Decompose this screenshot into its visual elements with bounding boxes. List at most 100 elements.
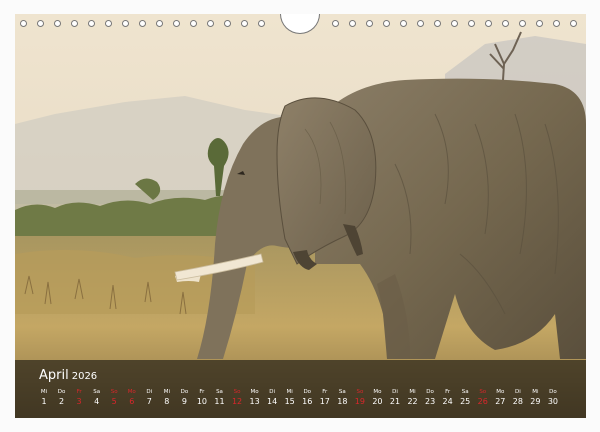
weekday-label: Fr [76,389,82,395]
day-number: 21 [389,397,401,406]
day-cell: Do 30 [545,388,561,408]
day-cell: Mo 20 [369,388,385,408]
day-cell: Mi 1 [36,388,52,408]
day-cell: Do 2 [54,388,70,408]
binding-hole [519,20,526,27]
day-number: 5 [111,397,117,406]
calendar-page: April 2026 Mi 1 Do 2 Fr 3 Sa 4 So 5 Mo 6 Di 7 Mi 8 Do 9 Fr 1… [0,0,600,432]
binding-hole [553,20,560,27]
weekday-label: Di [514,389,521,395]
day-cell: Sa 18 [334,388,350,408]
day-number: 4 [94,397,100,406]
day-number: 22 [407,397,418,406]
binding-hole [37,20,44,27]
binding-hole [485,20,492,27]
binding-hole [20,20,27,27]
weekday-label: Do [57,389,66,395]
binding-hole [434,20,441,27]
weekday-label: Mi [286,389,293,395]
day-cell: Mi 22 [405,388,421,408]
day-cell: Di 21 [387,388,403,408]
weekday-label: Mi [409,389,416,395]
spiral-binding [0,14,600,36]
day-number: 28 [512,397,523,406]
binding-hole [156,20,163,27]
day-cell: So 19 [352,388,368,408]
day-number: 1 [41,397,47,406]
weekday-label: Di [392,389,398,395]
weekday-label: Mi [163,389,170,395]
weekday-label: So [233,389,241,395]
binding-hole [258,20,265,27]
binding-hole [54,20,61,27]
day-number: 19 [354,397,365,406]
binding-hole [417,20,424,27]
day-number: 3 [76,397,82,406]
binding-hole [366,20,373,27]
day-cell: Mi 8 [159,388,175,408]
day-number: 2 [59,397,65,406]
weekday-label: Fr [445,389,451,395]
day-number: 8 [164,397,170,406]
weekday-label: Sa [338,389,346,395]
calendar-strip: April 2026 Mi 1 Do 2 Fr 3 Sa 4 So 5 Mo 6 Di 7 Mi 8 Do 9 Fr 1… [15,360,586,418]
binding-hole [570,20,577,27]
weekday-label: So [356,389,364,395]
day-cell: Fr 10 [194,388,210,408]
day-number: 9 [181,397,187,406]
weekday-label: Sa [93,389,101,395]
day-cell: Sa 25 [457,388,473,408]
weekday-label: Do [426,389,434,395]
weekday-label: Mi [40,389,48,395]
day-number: 26 [477,397,488,406]
day-number: 18 [337,397,348,406]
day-number: 25 [460,397,471,406]
binding-hole [383,20,390,27]
binding-hole [207,20,214,27]
day-number: 7 [146,397,152,406]
day-number: 14 [267,397,278,406]
day-number: 20 [372,397,383,406]
day-cell: Di 28 [510,388,526,408]
day-cell: Mo 6 [124,388,140,408]
weekday-label: Sa [461,389,469,395]
weekday-label: Mo [127,389,136,395]
weekday-label: Do [303,389,312,395]
day-number: 27 [495,397,506,406]
binding-hole [71,20,78,27]
month-name: April [39,368,69,383]
day-cell: Mi 29 [527,388,543,408]
weekday-label: Fr [199,389,205,395]
day-number: 15 [284,397,295,406]
binding-hole [451,20,458,27]
binding-hole [349,20,356,27]
day-cell: Fr 3 [71,388,87,408]
year-label: 2026 [71,371,98,382]
binding-hole [139,20,146,27]
day-number: 11 [214,397,225,406]
day-cell: So 12 [229,388,245,408]
day-number: 10 [196,397,208,406]
day-number: 24 [442,397,453,406]
hanger-notch [280,14,320,34]
weekday-label: Mo [373,389,382,395]
day-number: 23 [425,397,436,406]
day-cell: So 5 [106,388,122,408]
weekday-label: Do [180,389,189,395]
weekday-label: Mo [496,389,505,395]
weekday-label: Sa [216,389,223,395]
day-cell: Mi 15 [282,388,298,408]
binding-hole [190,20,197,27]
weekday-label: Di [269,389,276,395]
binding-hole [502,20,509,27]
binding-hole [122,20,129,27]
day-cell: Sa 11 [212,388,228,408]
weekday-label: Mi [532,389,539,395]
day-cell: Sa 4 [89,388,105,408]
day-number: 13 [249,397,260,406]
day-cell: Fr 24 [440,388,456,408]
day-number: 17 [319,397,330,406]
day-cell: Di 7 [141,388,157,408]
day-cell: Do 16 [299,388,315,408]
binding-hole [88,20,95,27]
